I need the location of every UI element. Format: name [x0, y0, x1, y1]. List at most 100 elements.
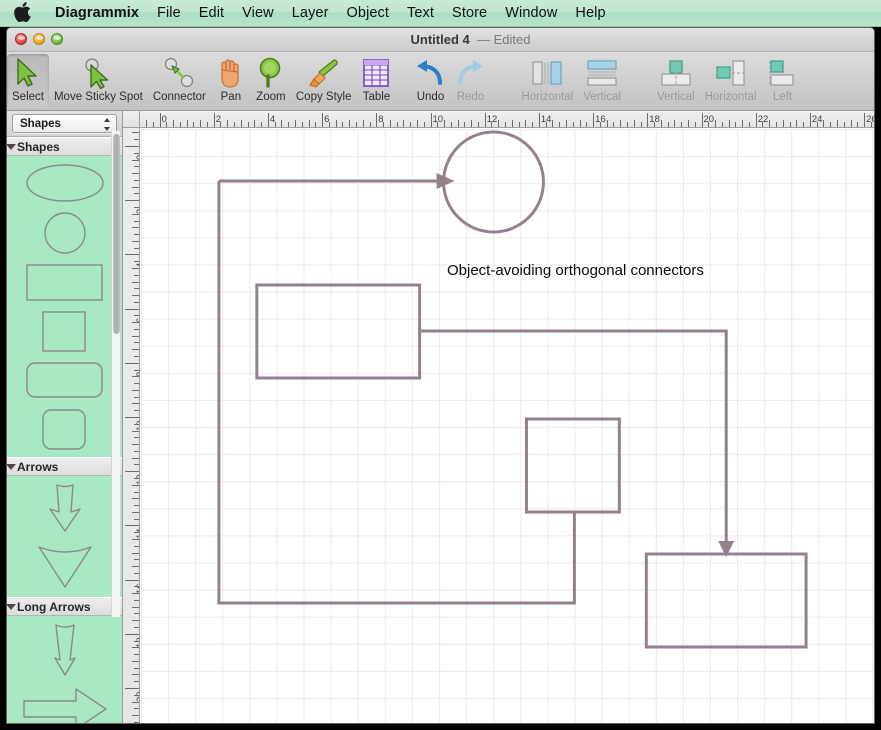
align-left-icon	[766, 56, 798, 90]
chevron-down-icon[interactable]	[7, 461, 16, 472]
ruler-tick	[125, 633, 139, 635]
library-selector[interactable]: Shapes	[12, 114, 117, 133]
ruler-tick	[349, 120, 351, 127]
ruler-tick	[134, 274, 139, 276]
section-header-long-arrows[interactable]: Long Arrows	[7, 597, 122, 616]
menu-item-store[interactable]: Store	[443, 0, 496, 27]
ruler-tick	[134, 369, 139, 371]
shape-ellipse[interactable]	[25, 162, 105, 204]
tool-distribute-horizontal[interactable]: Horizontal	[516, 54, 578, 109]
ruler-tick	[132, 403, 139, 405]
arrowhead-right	[436, 173, 455, 189]
tool-zoom[interactable]: Zoom	[251, 54, 291, 109]
ruler-tick	[132, 552, 139, 554]
section-header-shapes[interactable]: Shapes	[7, 137, 122, 156]
ruler-tick	[134, 234, 139, 236]
ruler-tick	[525, 120, 527, 127]
ruler-tick	[423, 122, 425, 127]
tool-align-horizontal[interactable]: Horizontal	[700, 54, 762, 109]
diagram-objects	[217, 130, 808, 649]
shape-rounded-square[interactable]	[25, 407, 105, 451]
connector-to-circle-path	[217, 181, 576, 605]
ruler-tick	[444, 120, 446, 127]
ruler-tick	[559, 122, 561, 127]
sidebar-scrollbar[interactable]	[111, 131, 120, 617]
menu-item-window[interactable]: Window	[496, 0, 566, 27]
tool-undo[interactable]: Undo	[410, 54, 450, 109]
ruler-tick	[134, 572, 139, 574]
vertical-ruler[interactable]: 02468101214161820	[123, 128, 140, 723]
ruler-tick	[464, 122, 466, 127]
ruler-tick	[132, 240, 139, 242]
tool-table[interactable]: Table	[356, 54, 396, 109]
tool-align-vertical[interactable]: Vertical	[652, 54, 700, 109]
section-body-arrows	[7, 476, 122, 597]
shape-square[interactable]	[25, 309, 105, 353]
sidebar-scrollbar-thumb[interactable]	[113, 134, 120, 334]
shape-library-sidebar: Shapes Shapes Arrows Long Arrows	[7, 111, 123, 723]
align-horizontal-icon	[714, 56, 748, 90]
ruler-tick	[240, 120, 242, 127]
horizontal-ruler[interactable]: 02468101214161820222426	[123, 111, 874, 128]
ruler-tick	[376, 113, 378, 127]
tool-distribute-vertical[interactable]: Vertical	[578, 54, 626, 109]
section-header-arrows[interactable]: Arrows	[7, 457, 122, 476]
tool-connector[interactable]: Connector	[148, 54, 211, 109]
tool-select-label: Select	[12, 91, 44, 103]
tool-move-sticky-spot[interactable]: Move Sticky Spot	[49, 54, 148, 109]
ruler-tick	[295, 120, 296, 127]
ruler-tick	[132, 295, 139, 297]
menu-item-view[interactable]: View	[233, 0, 283, 27]
menu-item-file[interactable]: File	[148, 0, 190, 27]
ruler-tick	[125, 417, 139, 418]
ruler-tick	[301, 122, 303, 127]
tool-select[interactable]: Select	[7, 54, 49, 109]
shape-circle[interactable]	[25, 211, 105, 255]
shape-rounded-rectangle[interactable]	[25, 360, 105, 400]
shape-down-triangle-arrow[interactable]	[25, 541, 105, 591]
menu-item-help[interactable]: Help	[566, 0, 614, 27]
rectangle-node-1	[255, 283, 422, 380]
menu-item-edit[interactable]: Edit	[190, 0, 233, 27]
shape-long-down-arrow[interactable]	[25, 622, 105, 678]
shape-long-right-arrow[interactable]	[20, 685, 110, 723]
ruler-tick	[193, 122, 195, 127]
ruler-tick	[134, 261, 139, 263]
tool-align-left[interactable]: Left	[761, 54, 803, 109]
ruler-tick	[789, 122, 791, 127]
ruler-tick	[134, 193, 139, 195]
tool-pan[interactable]: Pan	[211, 54, 251, 109]
ruler-tick	[145, 120, 147, 127]
ruler-tick	[134, 559, 139, 561]
ruler-tick	[134, 599, 139, 601]
ruler-label: 18	[135, 637, 140, 648]
chevron-down-icon[interactable]	[7, 601, 16, 612]
ruler-tick	[437, 122, 439, 127]
menu-item-diagrammix[interactable]: Diagrammix	[46, 0, 148, 27]
ruler-tick	[308, 120, 310, 127]
ruler-tick	[843, 122, 845, 127]
document-window: Untitled 4 — Edited Select Move Sticky S…	[6, 27, 875, 724]
tool-distribute-vertical-label: Vertical	[583, 91, 621, 103]
tool-copy-style[interactable]: Copy Style	[291, 54, 357, 109]
menu-item-text[interactable]: Text	[398, 0, 443, 27]
ruler-tick	[620, 120, 622, 127]
shape-down-block-arrow[interactable]	[25, 482, 105, 534]
apple-logo-icon[interactable]	[14, 2, 31, 22]
canvas-annotation-text[interactable]: Object-avoiding orthogonal connectors	[447, 262, 704, 279]
shape-list[interactable]: Shapes Arrows Long Arrows	[7, 137, 122, 723]
menu-item-object[interactable]: Object	[338, 0, 399, 27]
ruler-tick	[134, 464, 139, 466]
ruler-tick	[132, 620, 139, 622]
drawing-canvas[interactable]: Object-avoiding orthogonal connectors	[141, 129, 874, 723]
menu-item-layer[interactable]: Layer	[283, 0, 338, 27]
ruler-tick	[125, 525, 139, 527]
ruler-tick	[511, 120, 513, 127]
chevron-down-icon[interactable]	[7, 141, 16, 152]
tool-redo[interactable]: Redo	[450, 54, 490, 109]
ruler-label: 16	[135, 583, 140, 594]
shape-rectangle[interactable]	[25, 262, 105, 302]
title-bar[interactable]: Untitled 4 — Edited	[7, 28, 874, 52]
sticky-spot-cursor-icon	[81, 56, 115, 90]
tool-redo-label: Redo	[456, 91, 485, 103]
